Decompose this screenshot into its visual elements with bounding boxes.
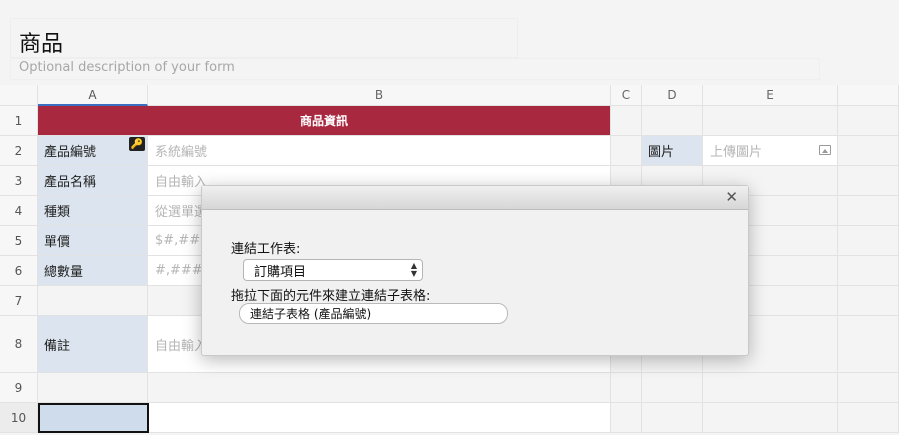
column-header-d[interactable]: D — [642, 85, 703, 106]
key-icon[interactable]: 🔑 — [129, 137, 145, 151]
grid-cell[interactable] — [611, 403, 642, 433]
image-icon[interactable] — [819, 145, 831, 155]
field-label-unit-price[interactable]: 單價 — [38, 226, 148, 256]
link-sheet-label: 連結工作表: — [231, 242, 301, 257]
row-header-7[interactable]: 7 — [0, 286, 38, 316]
linked-subtable-chip[interactable]: 連結子表格 (產品編號) — [239, 303, 508, 324]
column-header-b[interactable]: B — [148, 85, 611, 106]
field-label-product-name[interactable]: 產品名稱 — [38, 166, 148, 196]
column-header-a[interactable]: A — [38, 85, 148, 106]
column-header-f[interactable] — [838, 85, 899, 106]
row-header-2[interactable]: 2 — [0, 136, 38, 166]
row-header-1[interactable]: 1 — [0, 106, 38, 136]
row-header-8[interactable]: 8 — [0, 316, 38, 373]
grid-cell[interactable] — [838, 106, 899, 136]
grid-cell[interactable] — [838, 256, 899, 286]
grid-cell[interactable] — [611, 106, 642, 136]
field-label-product-id[interactable]: 產品編號 🔑 — [38, 136, 148, 166]
link-sheet-dialog: ✕ 連結工作表: 訂購項目 ▲ ▼ 拖拉下面的元件來建立連結子表格: 連結子表格 … — [201, 185, 749, 356]
select-arrows-icon: ▲ ▼ — [410, 261, 417, 278]
form-description-placeholder[interactable]: Optional description of your form — [19, 60, 235, 75]
grid-cell[interactable] — [148, 373, 611, 403]
link-sheet-select[interactable]: 訂購項目 ▲ ▼ — [243, 259, 423, 281]
form-title-field[interactable] — [10, 18, 518, 58]
close-icon[interactable]: ✕ — [725, 188, 738, 206]
grid-cell[interactable] — [838, 196, 899, 226]
field-label-image[interactable]: 圖片 — [642, 136, 703, 166]
column-header-c[interactable]: C — [611, 85, 642, 106]
grid-cell[interactable] — [838, 226, 899, 256]
field-label-text: 產品編號 — [44, 145, 97, 160]
grid-cell[interactable] — [611, 373, 642, 403]
grid-cell[interactable] — [703, 106, 838, 136]
grid-cell[interactable] — [838, 136, 899, 166]
grid-cell[interactable] — [642, 403, 703, 433]
section-banner[interactable]: 商品資訊 — [38, 106, 611, 136]
row-header-10[interactable]: 10 — [0, 403, 38, 433]
dialog-titlebar[interactable]: ✕ — [202, 186, 748, 210]
image-upload-placeholder: 上傳圖片 — [710, 145, 763, 160]
grid-cell[interactable] — [838, 286, 899, 316]
grid-cell[interactable] — [642, 373, 703, 403]
grid-cell[interactable] — [838, 316, 899, 373]
row-header-5[interactable]: 5 — [0, 226, 38, 256]
grid-cell[interactable] — [838, 403, 899, 433]
field-value-image[interactable]: 上傳圖片 — [703, 136, 838, 166]
grid-cell[interactable] — [149, 403, 611, 433]
grid-cell[interactable] — [38, 373, 148, 403]
grid-cell[interactable] — [611, 136, 642, 166]
grid-cell[interactable] — [703, 373, 838, 403]
row-header-6[interactable]: 6 — [0, 256, 38, 286]
grid-cell[interactable] — [38, 286, 148, 316]
column-header-e[interactable]: E — [703, 85, 838, 106]
drag-instruction-label: 拖拉下面的元件來建立連結子表格: — [231, 289, 431, 304]
field-label-category[interactable]: 種類 — [38, 196, 148, 226]
link-sheet-selected-value: 訂購項目 — [254, 264, 307, 280]
corner-header[interactable] — [0, 85, 38, 106]
grid-cell[interactable] — [838, 373, 899, 403]
grid-cell[interactable] — [703, 403, 838, 433]
row-header-9[interactable]: 9 — [0, 373, 38, 403]
selected-cell[interactable] — [38, 403, 149, 433]
field-value-product-id[interactable]: 系統編號 — [148, 136, 611, 166]
field-label-notes[interactable]: 備註 — [38, 316, 148, 373]
row-header-3[interactable]: 3 — [0, 166, 38, 196]
row-header-4[interactable]: 4 — [0, 196, 38, 226]
grid-cell[interactable] — [642, 106, 703, 136]
field-label-total-qty[interactable]: 總數量 — [38, 256, 148, 286]
form-title[interactable]: 商品 — [19, 26, 63, 58]
grid-cell[interactable] — [838, 166, 899, 196]
form-builder-page: 商品 Optional description of your form A B… — [0, 0, 899, 435]
